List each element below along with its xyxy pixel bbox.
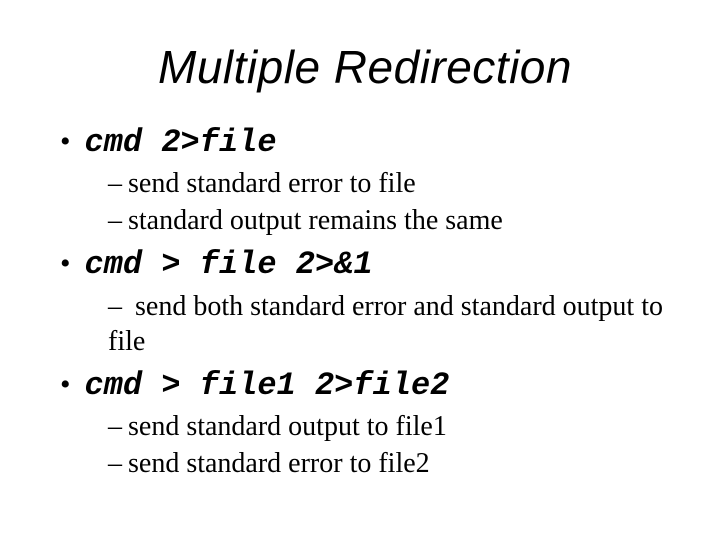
dash-icon: – xyxy=(108,205,122,236)
list-item: • cmd 2>file –send standard error to fil… xyxy=(60,124,680,238)
bullet-row: • cmd > file 2>&1 xyxy=(60,246,680,284)
sub-list: –send standard error to file –standard o… xyxy=(108,166,680,238)
sub-item: –standard output remains the same xyxy=(108,203,680,238)
dash-icon: – xyxy=(108,291,122,322)
dash-icon: – xyxy=(108,168,122,199)
list-item: • cmd > file1 2>file2 –send standard out… xyxy=(60,367,680,481)
sub-list: –send standard output to file1 –send sta… xyxy=(108,409,680,481)
bullet-icon: • xyxy=(60,127,71,157)
sub-item: – send both standard error and standard … xyxy=(108,289,680,359)
sub-text: send standard error to file2 xyxy=(128,448,430,479)
slide: Multiple Redirection • cmd 2>file –send … xyxy=(0,0,720,540)
sub-list: – send both standard error and standard … xyxy=(108,289,680,359)
sub-text: send standard error to file xyxy=(128,168,416,199)
command-text: cmd 2>file xyxy=(85,124,277,162)
dash-icon: – xyxy=(108,411,122,442)
bullet-icon: • xyxy=(60,370,71,400)
bullet-icon: • xyxy=(60,249,71,279)
bullet-row: • cmd > file1 2>file2 xyxy=(60,367,680,405)
command-text: cmd > file 2>&1 xyxy=(85,246,373,284)
dash-icon: – xyxy=(108,448,122,479)
bullet-row: • cmd 2>file xyxy=(60,124,680,162)
sub-item: –send standard output to file1 xyxy=(108,409,680,444)
command-text: cmd > file1 2>file2 xyxy=(85,367,450,405)
sub-text: standard output remains the same xyxy=(128,205,503,236)
sub-text: send both standard error and standard ou… xyxy=(108,291,663,357)
bullet-list: • cmd 2>file –send standard error to fil… xyxy=(60,124,680,481)
list-item: • cmd > file 2>&1 – send both standard e… xyxy=(60,246,680,358)
sub-item: –send standard error to file2 xyxy=(108,446,680,481)
sub-text: send standard output to file1 xyxy=(128,411,447,442)
sub-item: –send standard error to file xyxy=(108,166,680,201)
slide-title: Multiple Redirection xyxy=(50,40,680,94)
